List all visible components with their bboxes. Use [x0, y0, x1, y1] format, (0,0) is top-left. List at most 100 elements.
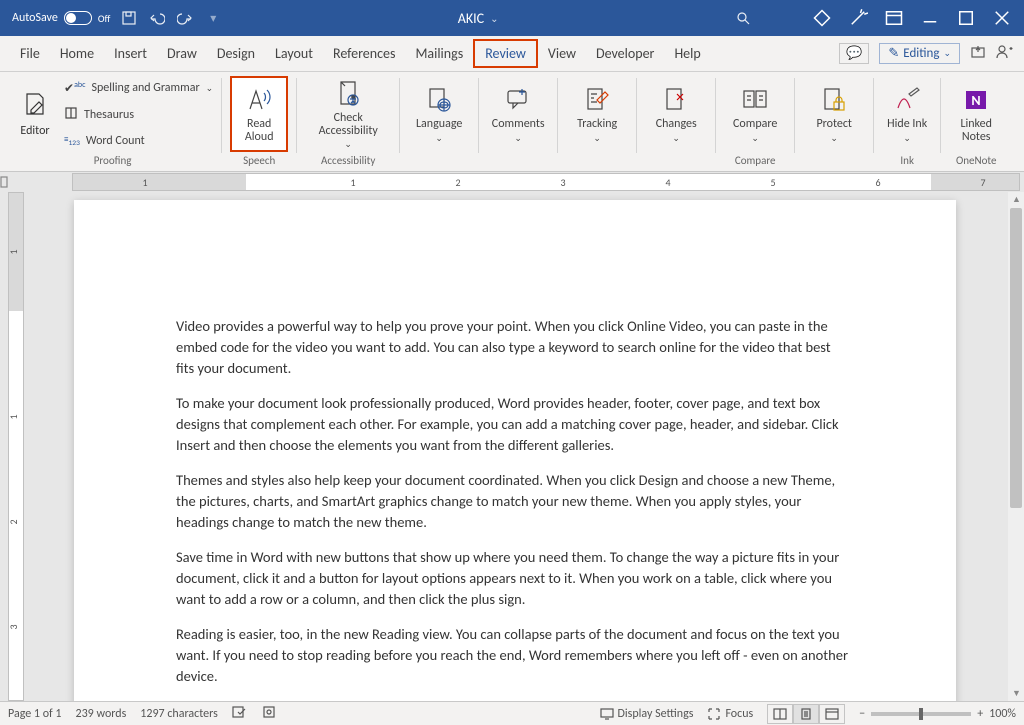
- ribbon-tabs: File Home Insert Draw Design Layout Refe…: [0, 36, 1024, 72]
- account-icon[interactable]: [996, 44, 1014, 64]
- group-comments: Comments⌄: [481, 72, 555, 171]
- group-accessibility: Check Accessibility⌄ Accessibility: [299, 72, 397, 171]
- save-icon[interactable]: [120, 9, 138, 27]
- language-button[interactable]: Language⌄: [408, 77, 470, 151]
- paragraph[interactable]: Video provides a powerful way to help yo…: [176, 316, 848, 379]
- onenote-icon: N: [960, 84, 992, 116]
- tracking-button[interactable]: Tracking⌄: [566, 77, 628, 151]
- group-language: Language⌄: [402, 72, 476, 171]
- focus-button[interactable]: Focus: [707, 707, 753, 721]
- toggle-switch-icon: [64, 11, 92, 25]
- count-icon: ≡123: [64, 134, 80, 148]
- diamond-icon[interactable]: [812, 8, 832, 28]
- tab-developer[interactable]: Developer: [586, 39, 664, 68]
- status-bar: Page 1 of 1 239 words 1297 characters Di…: [0, 701, 1024, 725]
- redo-icon[interactable]: [176, 9, 194, 27]
- zoom-level[interactable]: 100%: [989, 707, 1016, 721]
- share-icon[interactable]: [970, 44, 986, 64]
- word-count-button[interactable]: ≡123 Word Count: [64, 132, 213, 150]
- book-icon: [64, 106, 78, 124]
- paragraph[interactable]: Themes and styles also help keep your do…: [176, 470, 848, 533]
- tab-mailings[interactable]: Mailings: [405, 39, 473, 68]
- document-page[interactable]: Video provides a powerful way to help yo…: [74, 200, 956, 701]
- group-label: Compare: [735, 152, 776, 169]
- group-protect: Protect⌄: [797, 72, 871, 171]
- minimize-icon[interactable]: [920, 8, 940, 28]
- protect-button[interactable]: Protect⌄: [803, 77, 865, 151]
- wand-icon[interactable]: [848, 8, 868, 28]
- tab-layout[interactable]: Layout: [265, 39, 323, 68]
- zoom-in-icon[interactable]: +: [977, 707, 983, 721]
- paragraph[interactable]: Reading is easier, too, in the new Readi…: [176, 624, 848, 687]
- macro-status-icon[interactable]: [262, 705, 276, 723]
- title-bar: AutoSave Off ▾ AKIC ⌄: [0, 0, 1024, 36]
- tab-file[interactable]: File: [10, 39, 50, 68]
- scroll-up-icon[interactable]: ▲: [1012, 194, 1021, 205]
- search-icon[interactable]: [734, 9, 752, 27]
- spellcheck-status-icon[interactable]: [232, 705, 248, 723]
- group-onenote: N Linked Notes OneNote: [943, 72, 1009, 171]
- qat-dropdown-icon[interactable]: ▾: [204, 9, 222, 27]
- editor-button[interactable]: Editor: [12, 77, 58, 151]
- autosave-state: Off: [98, 12, 110, 25]
- spelling-grammar-button[interactable]: ✔abc Spelling and Grammar ⌄: [64, 78, 213, 98]
- word-count-status[interactable]: 239 words: [76, 707, 127, 721]
- compare-icon: [739, 84, 771, 116]
- display-settings-button[interactable]: Display Settings: [600, 707, 694, 721]
- globe-icon: [423, 84, 455, 116]
- check-accessibility-button[interactable]: Check Accessibility⌄: [305, 77, 391, 151]
- paragraph[interactable]: Save time in Word with new buttons that …: [176, 547, 848, 610]
- chevron-down-icon: ⌄: [490, 12, 498, 25]
- ruler-corner-icon: [0, 172, 8, 192]
- comments-button[interactable]: 💬: [839, 43, 869, 64]
- undo-icon[interactable]: [148, 9, 166, 27]
- comments-button[interactable]: Comments⌄: [487, 77, 549, 151]
- vertical-ruler[interactable]: 1 1 2 3: [0, 192, 28, 701]
- editing-mode-button[interactable]: ✎ Editing ⌄: [879, 43, 960, 64]
- lock-icon: [818, 84, 850, 116]
- horizontal-ruler[interactable]: 1 1 2 3 4 5 6 7: [0, 172, 1024, 192]
- read-aloud-button[interactable]: Read Aloud: [230, 76, 288, 152]
- group-label: Speech: [243, 152, 275, 169]
- tab-design[interactable]: Design: [207, 39, 265, 68]
- tab-help[interactable]: Help: [664, 39, 710, 68]
- accessibility-icon: [332, 78, 364, 110]
- changes-icon: [660, 84, 692, 116]
- document-body[interactable]: Video provides a powerful way to help yo…: [74, 200, 956, 687]
- tab-references[interactable]: References: [323, 39, 405, 68]
- page-status[interactable]: Page 1 of 1: [8, 707, 62, 721]
- close-icon[interactable]: [992, 8, 1012, 28]
- tab-draw[interactable]: Draw: [157, 39, 207, 68]
- thesaurus-button[interactable]: Thesaurus: [64, 104, 213, 126]
- group-speech: Read Aloud Speech: [224, 72, 294, 171]
- zoom-out-icon[interactable]: −: [859, 707, 865, 721]
- document-title[interactable]: AKIC ⌄: [222, 10, 734, 27]
- changes-button[interactable]: Changes⌄: [645, 77, 707, 151]
- linked-notes-button[interactable]: N Linked Notes: [949, 77, 1003, 151]
- group-proofing: Editor ✔abc Spelling and Grammar ⌄ Thesa…: [6, 72, 219, 171]
- ribbon-options-icon[interactable]: [884, 8, 904, 28]
- group-ink: Hide Ink⌄ Ink: [876, 72, 938, 171]
- tab-home[interactable]: Home: [50, 39, 104, 68]
- group-label: OneNote: [956, 152, 996, 169]
- compare-button[interactable]: Compare⌄: [724, 77, 786, 151]
- group-tracking: Tracking⌄: [560, 72, 634, 171]
- chevron-down-icon: ⌄: [943, 48, 951, 59]
- maximize-icon[interactable]: [956, 8, 976, 28]
- autosave-toggle[interactable]: AutoSave Off: [12, 11, 110, 25]
- hide-ink-button[interactable]: Hide Ink⌄: [882, 77, 932, 151]
- pencil-icon: ✎: [888, 46, 899, 61]
- tab-insert[interactable]: Insert: [104, 39, 157, 68]
- document-viewport: Video provides a powerful way to help yo…: [28, 192, 1024, 701]
- scrollbar-thumb[interactable]: [1010, 208, 1022, 508]
- vertical-scrollbar[interactable]: ▲ ▼: [1008, 192, 1024, 701]
- tab-review[interactable]: Review: [473, 39, 538, 68]
- group-changes: Changes⌄: [639, 72, 713, 171]
- zoom-slider[interactable]: [871, 712, 971, 716]
- char-count-status[interactable]: 1297 characters: [140, 707, 217, 721]
- group-compare: Compare⌄ Compare: [718, 72, 792, 171]
- scroll-down-icon[interactable]: ▼: [1012, 688, 1021, 699]
- zoom-control[interactable]: − + 100%: [859, 707, 1016, 721]
- paragraph[interactable]: To make your document look professionall…: [176, 393, 848, 456]
- tab-view[interactable]: View: [538, 39, 586, 68]
